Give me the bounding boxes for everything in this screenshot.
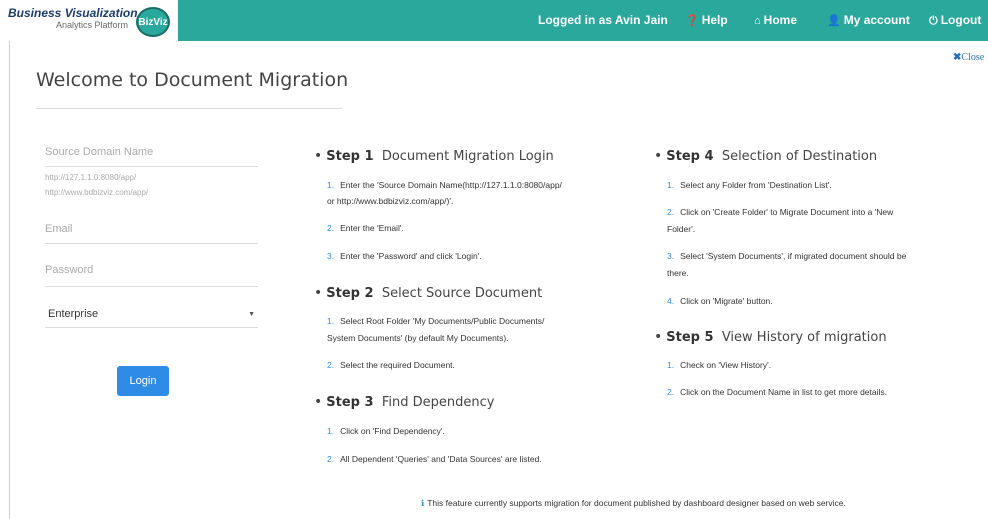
step5-line1: 1. Check on 'View History'. bbox=[667, 360, 772, 370]
step1-line2: 2. Enter the 'Email'. bbox=[327, 223, 404, 233]
domain-select-value: Enterprise bbox=[48, 308, 99, 320]
step4-line3-cont: there. bbox=[667, 268, 689, 278]
step5-line1-text: Check on 'View History'. bbox=[680, 360, 772, 370]
step5-line2-text: Click on the Document Name in list to ge… bbox=[680, 387, 888, 397]
email-field[interactable]: Email bbox=[45, 223, 73, 235]
step4-line1: 1. Select any Folder from 'Destination Li… bbox=[667, 180, 832, 190]
login-button[interactable]: Login bbox=[117, 366, 169, 396]
step4-line1-text: Select any Folder from 'Destination List… bbox=[680, 180, 832, 190]
caret-down-icon: ▼ bbox=[248, 311, 255, 318]
step4-line3-text: Select 'System Documents', if migrated d… bbox=[680, 251, 907, 261]
info-icon: ℹ bbox=[421, 498, 425, 508]
step2-line1: 1. Select Root Folder 'My Documents/Publi… bbox=[327, 316, 545, 326]
step1-heading: • Step 1 Document Migration Login bbox=[314, 148, 554, 164]
step2-heading: • Step 2 Select Source Document bbox=[314, 285, 543, 301]
brand[interactable]: Business Visualization Analytics Platfor… bbox=[0, 0, 178, 41]
home-icon: ⌂ bbox=[754, 15, 761, 27]
step4-heading: • Step 4 Selection of Destination bbox=[654, 148, 878, 164]
step5-line2: 2. Click on the Document Name in list to … bbox=[667, 387, 888, 397]
help-link[interactable]: ❓ Help bbox=[685, 13, 728, 27]
step1-num: Step 1 bbox=[326, 149, 374, 164]
left-border bbox=[9, 41, 10, 519]
step5-num: Step 5 bbox=[666, 330, 714, 345]
logout-link[interactable]: ⏻ Logout bbox=[929, 13, 981, 28]
step2-line1-text: Select Root Folder 'My Documents/Public … bbox=[340, 316, 545, 326]
email-underline bbox=[45, 243, 258, 244]
step3-num: Step 3 bbox=[326, 395, 374, 410]
password-underline bbox=[45, 286, 258, 287]
step3-line2-text: All Dependent 'Queries' and 'Data Source… bbox=[340, 454, 542, 464]
password-field[interactable]: Password bbox=[45, 264, 93, 276]
step3-title: Find Dependency bbox=[381, 395, 495, 410]
source-domain-underline bbox=[45, 166, 258, 167]
step4-line3: 3. Select 'System Documents', if migrated… bbox=[667, 251, 907, 261]
step2-line1-cont: System Documents' (by default My Documen… bbox=[327, 333, 509, 343]
step1-title: Document Migration Login bbox=[381, 149, 554, 164]
domain-hint-1: http://127.1.1.0:8080/app/ bbox=[45, 173, 137, 182]
step2-line2-text: Select the required Document. bbox=[340, 360, 455, 370]
logged-in-label: Logged in as Avin Jain bbox=[538, 13, 668, 27]
logout-label: Logout bbox=[940, 13, 982, 27]
help-label: Help bbox=[701, 13, 728, 27]
question-icon: ❓ bbox=[685, 15, 699, 27]
step1-line1-cont: or http://www.bdbizviz.com/app/)'. bbox=[327, 196, 454, 206]
step1-line3-text: Enter the 'Password' and click 'Login'. bbox=[340, 251, 482, 261]
brand-logo: BizViz bbox=[136, 7, 170, 37]
step4-line2-text: Click on 'Create Folder' to Migrate Docu… bbox=[680, 207, 894, 217]
step2-title: Select Source Document bbox=[381, 286, 543, 301]
step3-line2: 2. All Dependent 'Queries' and 'Data Sour… bbox=[327, 454, 542, 464]
home-link[interactable]: ⌂ Home bbox=[754, 13, 797, 27]
step4-line4: 4. Click on 'Migrate' button. bbox=[667, 296, 773, 306]
step3-heading: • Step 3 Find Dependency bbox=[314, 394, 495, 410]
account-link[interactable]: 👤 My account bbox=[827, 13, 910, 27]
step4-line4-text: Click on 'Migrate' button. bbox=[680, 296, 773, 306]
brand-title: Business Visualization bbox=[8, 6, 138, 20]
step2-num: Step 2 bbox=[326, 286, 374, 301]
close-label: Close bbox=[961, 52, 985, 63]
step4-title: Selection of Destination bbox=[721, 149, 878, 164]
power-icon: ⏻ bbox=[929, 15, 938, 27]
step3-line1: 1. Click on 'Find Dependency'. bbox=[327, 426, 445, 436]
page-title: Welcome to Document Migration bbox=[36, 69, 349, 91]
step4-num: Step 4 bbox=[666, 149, 714, 164]
step4-line2: 2. Click on 'Create Folder' to Migrate Do… bbox=[667, 207, 894, 217]
domain-hint-2: http://www.bdbizviz.com/app/ bbox=[45, 188, 149, 197]
step2-line2: 2. Select the required Document. bbox=[327, 360, 455, 370]
feature-note-text: This feature currently supports migratio… bbox=[427, 498, 846, 508]
step3-line1-text: Click on 'Find Dependency'. bbox=[340, 426, 445, 436]
source-domain-input[interactable]: Source Domain Name bbox=[45, 146, 153, 158]
step1-line1: 1. Enter the 'Source Domain Name(http://1… bbox=[327, 180, 562, 190]
step1-line1-text: Enter the 'Source Domain Name(http://127… bbox=[340, 180, 562, 190]
step5-heading: • Step 5 View History of migration bbox=[654, 329, 887, 345]
account-label: My account bbox=[843, 13, 910, 27]
step4-line2-cont: Folder'. bbox=[667, 224, 696, 234]
step1-line3: 3. Enter the 'Password' and click 'Login'… bbox=[327, 251, 482, 261]
user-icon: 👤 bbox=[827, 15, 841, 27]
domain-select[interactable]: Enterprise ▼ bbox=[45, 304, 258, 328]
brand-subtitle: Analytics Platform bbox=[56, 20, 129, 30]
title-divider bbox=[36, 108, 342, 109]
step5-title: View History of migration bbox=[721, 330, 887, 345]
feature-note: ℹ This feature currently supports migrati… bbox=[421, 498, 846, 509]
step1-line2-text: Enter the 'Email'. bbox=[340, 223, 404, 233]
home-label: Home bbox=[763, 13, 797, 27]
close-button[interactable]: ✖Close bbox=[953, 52, 984, 63]
